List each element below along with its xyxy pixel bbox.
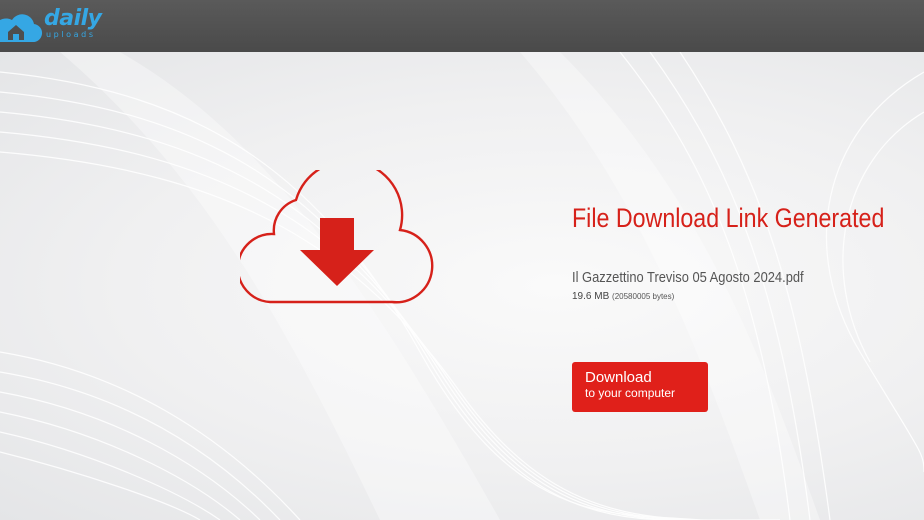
- page-title: File Download Link Generated: [572, 203, 885, 233]
- cloud-download-icon: [240, 170, 434, 304]
- file-size: 19.6 MB (20580005 bytes): [572, 290, 674, 304]
- file-name: Il Gazzettino Treviso 05 Agosto 2024.pdf: [572, 269, 804, 286]
- cloud-house-icon: [0, 14, 42, 43]
- download-button[interactable]: Download to your computer: [572, 362, 708, 412]
- logo-wordmark: daily: [44, 6, 102, 31]
- site-header: daily uploads: [0, 0, 924, 52]
- logo-subtext: uploads: [46, 30, 96, 39]
- file-size-mb: 19.6 MB: [572, 291, 610, 302]
- download-button-sublabel: to your computer: [585, 386, 676, 400]
- file-size-bytes: (20580005 bytes): [612, 292, 675, 301]
- daily-uploads-logo[interactable]: daily uploads: [0, 4, 120, 44]
- download-button-label: Download: [585, 369, 652, 386]
